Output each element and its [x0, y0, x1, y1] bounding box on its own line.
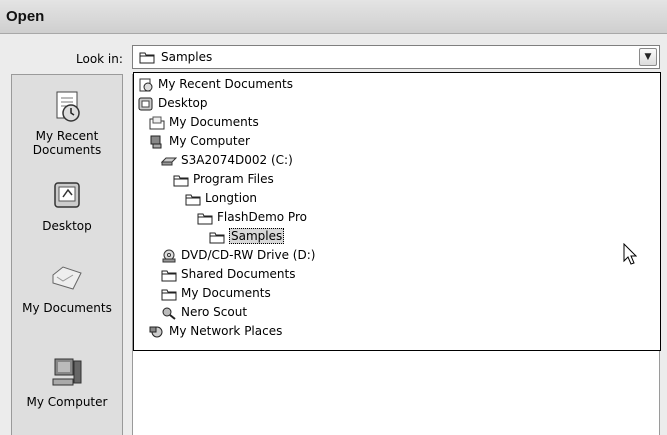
dropdown-item-longtion[interactable]: Longtion	[185, 189, 257, 208]
dropdown-item-my-computer[interactable]: My Computer	[149, 132, 250, 151]
my-documents-icon	[149, 116, 165, 130]
folder-icon	[173, 173, 189, 187]
place-my-recent-documents[interactable]: My Recent Documents	[12, 89, 122, 157]
folder-icon	[185, 192, 201, 206]
dropdown-item-desktop[interactable]: Desktop	[138, 94, 208, 113]
place-label: My Computer	[26, 395, 108, 409]
desktop-icon	[12, 179, 122, 215]
folder-icon	[161, 268, 177, 282]
look-in-label: Look in:	[76, 52, 123, 66]
my-documents-icon	[12, 261, 122, 297]
place-my-computer[interactable]: My Computer	[12, 355, 122, 409]
chevron-down-icon[interactable]: ▼	[639, 48, 657, 66]
dropdown-item-nero-scout[interactable]: Nero Scout	[161, 303, 247, 322]
title-bar: Open	[0, 0, 667, 34]
network-places-icon	[149, 325, 165, 339]
place-label: My Documents	[22, 301, 112, 315]
desktop-icon	[138, 97, 154, 111]
dropdown-item-drive-c[interactable]: S3A2074D002 (C:)	[161, 151, 293, 170]
places-bar: My Recent Documents Desktop My Documents …	[11, 74, 123, 435]
my-computer-icon	[149, 135, 165, 149]
place-label: Desktop	[42, 219, 92, 233]
recent-documents-icon	[138, 78, 154, 92]
folder-icon	[197, 211, 213, 225]
hard-drive-icon	[161, 154, 177, 168]
look-in-combobox[interactable]: Samples ▼	[132, 45, 660, 69]
dropdown-item-program-files[interactable]: Program Files	[173, 170, 274, 189]
dropdown-item-my-recent-documents[interactable]: My Recent Documents	[138, 75, 293, 94]
dropdown-item-dvd-drive[interactable]: DVD/CD-RW Drive (D:)	[161, 246, 315, 265]
dialog-title: Open	[6, 8, 45, 25]
nero-scout-icon	[161, 306, 177, 320]
dropdown-item-flashdemo-pro[interactable]: FlashDemo Pro	[197, 208, 307, 227]
my-computer-icon	[12, 355, 122, 391]
dropdown-item-my-documents-2[interactable]: My Documents	[161, 284, 271, 303]
dropdown-item-my-network-places[interactable]: My Network Places	[149, 322, 282, 341]
folder-icon	[161, 287, 177, 301]
dropdown-item-my-documents[interactable]: My Documents	[149, 113, 259, 132]
place-label: My Recent Documents	[32, 129, 102, 157]
dropdown-item-samples[interactable]: Samples	[209, 227, 285, 246]
cd-drive-icon	[161, 249, 177, 263]
dropdown-item-shared-documents[interactable]: Shared Documents	[161, 265, 295, 284]
folder-icon	[139, 51, 155, 67]
look-in-dropdown-list: My Recent Documents Desktop My Documents…	[133, 72, 661, 351]
recent-documents-icon	[12, 89, 122, 125]
folder-icon	[209, 230, 225, 244]
place-desktop[interactable]: Desktop	[12, 179, 122, 233]
look-in-value: Samples	[161, 50, 213, 64]
place-my-documents[interactable]: My Documents	[12, 261, 122, 315]
mouse-cursor-icon	[623, 243, 637, 265]
